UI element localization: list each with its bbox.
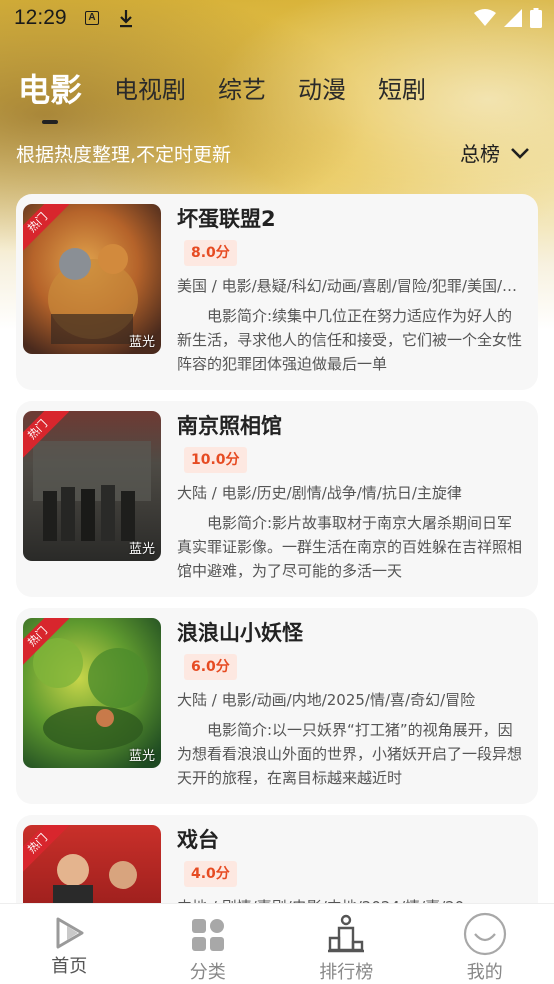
quality-label: 蓝光 bbox=[128, 335, 155, 350]
movie-title: 坏蛋联盟2 bbox=[177, 207, 276, 231]
signal-icon bbox=[504, 9, 522, 27]
movie-title: 戏台 bbox=[177, 828, 219, 852]
movie-title: 南京照相馆 bbox=[177, 414, 282, 438]
nav-mine[interactable]: 我的 bbox=[416, 904, 554, 984]
tab-anime[interactable]: 动漫 bbox=[298, 70, 346, 110]
movie-tags: 大陆 / 电影/历史/剧情/战争/情/抗日/主旋律 bbox=[177, 484, 462, 502]
smile-icon bbox=[463, 912, 506, 956]
nav-label-mine: 我的 bbox=[466, 962, 503, 983]
ranking-subtitle: 根据热度整理,不定时更新 bbox=[16, 144, 232, 166]
tab-movie[interactable]: 电影 bbox=[18, 70, 82, 110]
wifi-icon bbox=[474, 9, 496, 26]
quality-label: 蓝光 bbox=[128, 542, 155, 557]
quality-label: 蓝光 bbox=[128, 749, 155, 764]
movie-description: 电影简介:续集中几位正在努力适应作为好人的新生活，寻求他人的信任和接受，它们被一… bbox=[177, 307, 523, 373]
movie-tags: 美国 / 电影/悬疑/科幻/动画/喜剧/冒险/犯罪/美国/2025 bbox=[177, 277, 522, 295]
chevron-down-icon bbox=[511, 147, 529, 159]
movie-poster: 热门 蓝光 bbox=[23, 204, 161, 354]
status-bar: 12:29 A bbox=[0, 0, 554, 38]
status-time: 12:29 bbox=[14, 6, 67, 29]
nav-label-ranking: 排行榜 bbox=[319, 962, 374, 983]
score-badge: 6.0分 bbox=[184, 654, 237, 680]
sort-label: 总榜 bbox=[460, 142, 500, 166]
movie-card[interactable]: 热门 蓝光 坏蛋联盟2 8.0分 美国 / 电影/悬疑/科幻/动画/喜剧/冒险/… bbox=[16, 194, 538, 390]
tab-short-drama[interactable]: 短剧 bbox=[378, 70, 426, 110]
active-tab-indicator bbox=[42, 120, 58, 124]
score-badge: 10.0分 bbox=[184, 447, 247, 473]
movie-poster: 热门 蓝光 bbox=[23, 411, 161, 561]
bottom-navigation: 首页 分类 排行榜 我的 bbox=[0, 903, 554, 984]
grid-icon bbox=[191, 919, 224, 951]
a-badge-icon: A bbox=[85, 11, 99, 25]
movie-description: 电影简介:以一只妖界“打工猪”的视角展开，因为想看看浪浪山外面的世界，小猪妖开启… bbox=[177, 721, 523, 787]
battery-icon bbox=[530, 8, 542, 28]
download-icon bbox=[120, 10, 132, 28]
status-right-icons bbox=[474, 8, 542, 28]
podium-icon bbox=[328, 914, 365, 953]
movie-list: 热门 蓝光 坏蛋联盟2 8.0分 美国 / 电影/悬疑/科幻/动画/喜剧/冒险/… bbox=[16, 194, 538, 984]
sort-dropdown[interactable]: 总榜 bbox=[460, 138, 530, 167]
movie-title: 浪浪山小妖怪 bbox=[177, 621, 303, 645]
score-badge: 4.0分 bbox=[184, 861, 237, 887]
movie-description: 电影简介:影片故事取材于南京大屠杀期间日军真实罪证影像。一群生活在南京的百姓躲在… bbox=[177, 514, 523, 580]
movie-card[interactable]: 热门 蓝光 南京照相馆 10.0分 大陆 / 电影/历史/剧情/战争/情/抗日/… bbox=[16, 401, 538, 597]
score-badge: 8.0分 bbox=[184, 240, 237, 266]
movie-poster: 热门 蓝光 bbox=[23, 618, 161, 768]
nav-ranking[interactable]: 排行榜 bbox=[277, 904, 416, 984]
nav-category[interactable]: 分类 bbox=[139, 904, 278, 984]
tab-variety[interactable]: 综艺 bbox=[218, 70, 266, 110]
play-icon bbox=[56, 917, 84, 949]
movie-tags: 大陆 / 电影/动画/内地/2025/情/喜/奇幻/冒险 bbox=[177, 691, 476, 709]
movie-card[interactable]: 热门 蓝光 浪浪山小妖怪 6.0分 大陆 / 电影/动画/内地/2025/情/喜… bbox=[16, 608, 538, 804]
nav-label-home: 首页 bbox=[51, 956, 88, 977]
nav-label-category: 分类 bbox=[189, 962, 226, 983]
tab-tv-series[interactable]: 电视剧 bbox=[114, 70, 186, 110]
nav-home[interactable]: 首页 bbox=[0, 904, 139, 984]
category-tabs: 电影 电视剧 综艺 动漫 短剧 bbox=[18, 70, 458, 124]
